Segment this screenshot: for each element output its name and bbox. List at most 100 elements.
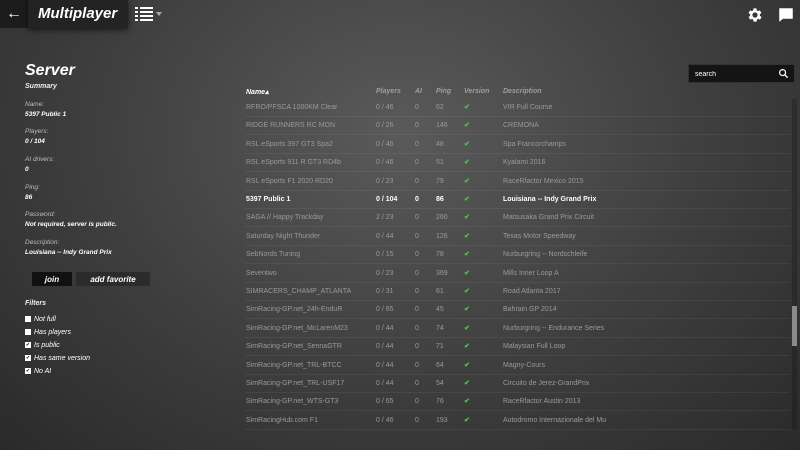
table-row[interactable]: SimRacing-GP.net_TRL-BTCC 0 / 44 0 64 Magny-…: [240, 357, 790, 375]
players-cell: 0 / 31: [376, 288, 394, 295]
players-cell: 0 / 65: [376, 398, 394, 406]
ai-cell: 0: [415, 324, 419, 332]
column-header-players[interactable]: Players: [376, 88, 401, 95]
version-check-icon: ✔: [464, 159, 470, 167]
table-row[interactable]: SIMRACERS_CHAMP_ATLANTA 0 / 31 0 61 Road Atl…: [240, 283, 790, 301]
ping-cell: 71: [436, 343, 444, 351]
version-check-icon: ✔: [464, 104, 470, 111]
server-name-cell: RFRO/PFSCA 1000KM Clear: [246, 104, 338, 111]
description-cell: Bahrain GP 2014: [503, 306, 557, 314]
ping-cell: 146: [436, 122, 448, 130]
table-row[interactable]: RSL eSports F1 2020 RD20 0 / 23 0 79 RaceRfa…: [240, 173, 790, 191]
column-header-ping[interactable]: Ping: [436, 88, 451, 95]
table-row[interactable]: SimRacing-GP.net_WTS-GT3 0 / 65 0 76 RaceRfa…: [240, 393, 790, 412]
table-row[interactable]: RSL eSports 911 R GT3 RD4b 0 / 46 0 51 Kyala…: [240, 154, 790, 173]
players-cell: 0 / 104: [376, 196, 398, 203]
top-bar: ← Multiplayer: [0, 0, 800, 28]
table-row[interactable]: RSL eSports 397 GT3 Spa2 0 / 46 0 48 Spa Fra…: [240, 136, 790, 154]
table-row[interactable]: Seventwo 0 / 23 0 369 Mills Inner Loop A ✔: [240, 265, 790, 283]
ping-cell: 45: [436, 306, 444, 314]
players-cell: 0 / 46: [376, 416, 394, 424]
version-check-icon: ✔: [464, 380, 470, 387]
ai-cell: 0: [415, 122, 419, 130]
table-row[interactable]: RIDGE RUNNERS RC MON 0 / 26 0 146 CREMONA ✔: [240, 117, 790, 136]
description-cell: Texas Motor Speedway: [503, 232, 576, 240]
settings-button[interactable]: [746, 6, 764, 24]
description-cell: Matsusaka Grand Prix Circuit: [503, 214, 595, 222]
column-header-description[interactable]: Description: [503, 88, 542, 95]
version-check-icon: ✔: [464, 416, 470, 424]
players-cell: 0 / 44: [376, 380, 394, 387]
version-check-icon: ✔: [464, 177, 470, 185]
chat-button[interactable]: [777, 6, 795, 24]
table-row-selected[interactable]: 5397 Public 1 0 / 104 0 86 Louisiana -- Indy…: [240, 191, 790, 209]
table-row[interactable]: SAGA // Happy Trackday 2 / 23 0 260 Matsusak…: [240, 209, 790, 228]
server-name-cell: SimRacing-GP.net_McLarenM23: [246, 324, 348, 332]
description-cell: Nurburgring -- Nordschleife: [503, 251, 588, 259]
back-button[interactable]: ←: [0, 0, 28, 28]
list-view-button[interactable]: [135, 6, 165, 22]
server-name-cell: SimRacing-GP.net_WTS-GT3: [246, 398, 339, 406]
ping-cell: 64: [436, 361, 444, 369]
column-header-ai[interactable]: AI: [415, 88, 422, 95]
table-row[interactable]: RFRO/PFSCA 1000KM Clear 0 / 46 0 62 VIR Full…: [240, 99, 790, 117]
table-header: Name▴ Players AI Ping Version Descriptio…: [0, 88, 800, 98]
server-name-cell: RSL eSports 397 GT3 Spa2: [246, 140, 333, 148]
table-row[interactable]: Saturday Night Thunder 0 / 44 0 126 Texas Mo…: [240, 228, 790, 246]
ai-cell: 0: [415, 140, 419, 148]
table-row[interactable]: SimRacing-GP.net_McLarenM23 0 / 44 0 74 Nurb…: [240, 320, 790, 338]
description-cell: Road Atlanta 2017: [503, 288, 561, 295]
scrollbar-thumb[interactable]: [792, 306, 797, 346]
chat-icon: [779, 8, 793, 22]
version-check-icon: ✔: [464, 251, 470, 259]
scrollbar[interactable]: [792, 99, 797, 429]
title-box: Multiplayer: [28, 0, 128, 28]
page-title: Multiplayer: [38, 5, 118, 22]
search-box[interactable]: [688, 64, 795, 83]
ai-cell: 0: [415, 251, 419, 259]
server-name-cell: SimRacing-GP.net_SennaGTR: [246, 343, 342, 351]
table-row[interactable]: SebNords Tuning 0 / 15 0 78 Nurburgring -- N…: [240, 246, 790, 265]
ai-cell: 0: [415, 398, 419, 406]
ping-cell: 62: [436, 104, 444, 111]
search-icon[interactable]: [778, 68, 789, 79]
server-name-cell: SimRacing-GP.net_TRL-USF17: [246, 380, 345, 387]
description-cell: RaceRfactor Mexico 2015: [503, 177, 584, 185]
server-name-cell: SimRacing-GP.net_24h-EnduR: [246, 306, 343, 314]
ping-cell: 78: [436, 251, 444, 259]
server-name-cell: RIDGE RUNNERS RC MON: [246, 122, 336, 130]
ping-cell: 74: [436, 324, 444, 332]
ping-cell: 193: [436, 416, 448, 424]
players-cell: 0 / 46: [376, 140, 394, 148]
version-check-icon: ✔: [464, 196, 470, 203]
ping-cell: 79: [436, 177, 444, 185]
ping-cell: 51: [436, 159, 444, 167]
column-header-name[interactable]: Name▴: [246, 88, 269, 96]
description-cell: VIR Full Course: [503, 104, 553, 111]
version-check-icon: ✔: [464, 398, 470, 406]
ping-cell: 126: [436, 232, 448, 240]
ai-cell: 0: [415, 288, 419, 295]
server-name-cell: SimRacing-GP.net_TRL-BTCC: [246, 361, 342, 369]
ping-cell: 61: [436, 288, 444, 295]
description-cell: RaceRfactor Austin 2013: [503, 398, 581, 406]
server-name-cell: SIMRACERS_CHAMP_ATLANTA: [246, 288, 352, 295]
ping-cell: 76: [436, 398, 444, 406]
ai-cell: 0: [415, 159, 419, 167]
server-name-cell: 5397 Public 1: [246, 196, 291, 203]
players-cell: 0 / 15: [376, 251, 394, 259]
column-header-version[interactable]: Version: [464, 88, 489, 95]
ai-cell: 0: [415, 104, 419, 111]
ping-cell: 369: [436, 269, 448, 277]
table-row[interactable]: SimRacingHub.com F1 0 / 46 0 193 Autodromo I…: [240, 412, 790, 430]
description-cell: Circuito de Jerez-GrandPrix: [503, 380, 590, 387]
arrow-left-icon: ←: [6, 5, 22, 22]
server-name-cell: RSL eSports F1 2020 RD20: [246, 177, 333, 185]
table-row[interactable]: SimRacing-GP.net_24h-EnduR 0 / 65 0 45 Bahra…: [240, 301, 790, 320]
ai-cell: 0: [415, 177, 419, 185]
table-row[interactable]: SimRacing-GP.net_TRL-USF17 0 / 44 0 54 Circu…: [240, 375, 790, 393]
search-input[interactable]: [695, 68, 775, 80]
description-cell: Magny-Cours: [503, 361, 546, 369]
ai-cell: 0: [415, 214, 419, 222]
table-row[interactable]: SimRacing-GP.net_SennaGTR 0 / 44 0 71 Malays…: [240, 338, 790, 357]
